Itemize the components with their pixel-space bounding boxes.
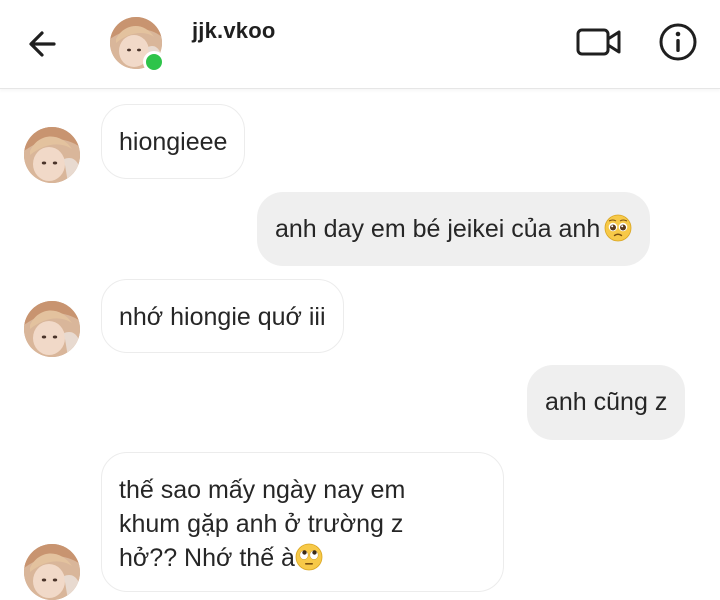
message-text-line: hở?? Nhớ thế à xyxy=(119,544,295,572)
conversation-info-button[interactable] xyxy=(656,20,700,64)
video-call-button[interactable] xyxy=(574,24,624,60)
arrow-left-icon xyxy=(29,31,56,57)
message-bubble-incoming[interactable]: hiongieee xyxy=(101,104,246,179)
message-text: anh cũng z xyxy=(545,388,668,416)
online-status-indicator xyxy=(143,51,165,73)
message-text-line: thế sao mấy ngày nay em xyxy=(119,476,406,504)
info-icon xyxy=(659,23,697,61)
message-text: nhớ hiongie quớ iii xyxy=(119,303,326,331)
sender-avatar[interactable] xyxy=(24,544,80,600)
chat-header: jjk.vkoo xyxy=(0,0,720,89)
back-button[interactable] xyxy=(22,24,66,64)
message-bubble-incoming[interactable]: nhớ hiongie quớ iii xyxy=(101,279,344,353)
message-text-line: khum gặp anh ở trường z xyxy=(119,510,404,538)
pleading-face-icon xyxy=(604,214,632,242)
sender-avatar[interactable] xyxy=(24,301,80,357)
message-bubble-outgoing[interactable]: anh day em bé jeikei của anh xyxy=(257,192,651,266)
message-text: anh day em bé jeikei của anh xyxy=(275,215,601,243)
contact-username[interactable]: jjk.vkoo xyxy=(192,18,276,44)
message-bubble-outgoing[interactable]: anh cũng z xyxy=(527,365,686,440)
video-camera-icon xyxy=(576,28,621,56)
message-text: hiongieee xyxy=(119,128,228,156)
message-bubble-incoming[interactable]: thế sao mấy ngày nay em khum gặp anh ở t… xyxy=(101,452,504,592)
sender-avatar[interactable] xyxy=(24,127,80,183)
rolling-eyes-face-icon xyxy=(295,543,323,571)
